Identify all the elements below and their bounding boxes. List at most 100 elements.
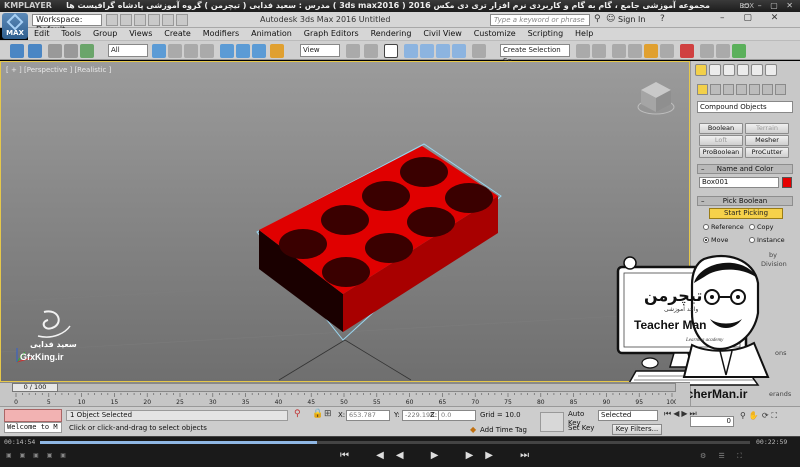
- select-manipulate-icon[interactable]: [364, 44, 378, 58]
- menu-tools[interactable]: Tools: [61, 28, 81, 40]
- maxscript-output[interactable]: Welcome to M: [4, 422, 62, 433]
- schematic-view-icon[interactable]: [660, 44, 674, 58]
- set-key-big-icon[interactable]: [540, 412, 564, 432]
- viewport-label[interactable]: [ + ] [Perspective ] [Realistic ]: [6, 66, 111, 74]
- edit-named-selection-icon[interactable]: [472, 44, 486, 58]
- selection-filter-dropdown[interactable]: All: [108, 44, 148, 57]
- player-window-controls[interactable]: ▭ – ▢ ✕: [742, 0, 796, 12]
- viewport-scene[interactable]: [1, 62, 689, 381]
- undo-quick-icon[interactable]: [148, 14, 160, 26]
- select-place-icon[interactable]: [270, 44, 284, 58]
- material-editor-icon[interactable]: [680, 44, 694, 58]
- player-left-icons[interactable]: ▣ ▣ ▣ ▣ ▣: [6, 452, 69, 459]
- pivot-center-icon[interactable]: [346, 44, 360, 58]
- time-slider-thumb[interactable]: 0 / 100: [12, 383, 58, 392]
- add-time-tag[interactable]: Add Time Tag: [480, 426, 527, 434]
- name-and-color-rollout[interactable]: – Name and Color: [697, 164, 793, 174]
- menu-rendering[interactable]: Rendering: [371, 28, 412, 40]
- select-object-icon[interactable]: [152, 44, 166, 58]
- unlink-icon[interactable]: [64, 44, 78, 58]
- copy-radio[interactable]: Copy: [749, 223, 774, 231]
- binoculars-icon[interactable]: ⚲: [594, 14, 601, 24]
- systems-icon[interactable]: [775, 84, 786, 95]
- player-transport-controls[interactable]: ⏮ ◀◀ ▶ ▶▶ ⏭: [340, 450, 541, 461]
- graphite-toggle-icon[interactable]: [628, 44, 642, 58]
- isolate-selection-icon[interactable]: ⚲: [294, 409, 301, 419]
- cameras-icon[interactable]: [736, 84, 747, 95]
- rendered-frame-window-icon[interactable]: [716, 44, 730, 58]
- key-selection-dropdown[interactable]: Selected: [598, 410, 658, 421]
- menu-civil-view[interactable]: Civil View: [423, 28, 462, 40]
- object-category-dropdown[interactable]: Compound Objects: [697, 101, 793, 113]
- layer-manager-icon[interactable]: [612, 44, 626, 58]
- viewcube-icon[interactable]: [637, 82, 675, 115]
- proboolean-button[interactable]: ProBoolean: [699, 147, 743, 158]
- bind-spacewarp-icon[interactable]: [80, 44, 94, 58]
- viewport-navigation-icons[interactable]: ⚲✋⟳⛶: [740, 411, 780, 421]
- instance-radio[interactable]: Instance: [749, 236, 785, 244]
- boolean-button[interactable]: Boolean: [699, 123, 743, 134]
- redo-icon[interactable]: [28, 44, 42, 58]
- menu-edit[interactable]: Edit: [34, 28, 50, 40]
- menu-modifiers[interactable]: Modifiers: [203, 28, 240, 40]
- shapes-icon[interactable]: [710, 84, 721, 95]
- sign-in-link[interactable]: Sign In: [618, 15, 645, 24]
- percent-snap-icon[interactable]: [436, 44, 450, 58]
- time-tag-icon[interactable]: ◆: [470, 425, 476, 434]
- menu-scripting[interactable]: Scripting: [528, 28, 564, 40]
- menu-help[interactable]: Help: [575, 28, 593, 40]
- x-coord-field[interactable]: 653.787: [346, 410, 390, 421]
- set-key-button[interactable]: Set Key: [568, 424, 596, 435]
- modify-tab-icon[interactable]: [709, 64, 721, 76]
- time-slider-track[interactable]: [12, 383, 676, 392]
- maxscript-mini-listener[interactable]: [4, 409, 62, 422]
- menu-graph-editors[interactable]: Graph Editors: [304, 28, 359, 40]
- app-window-controls[interactable]: – ▢ ✕: [720, 13, 786, 23]
- selection-region-icon[interactable]: [184, 44, 198, 58]
- start-picking-button[interactable]: Start Picking: [709, 208, 783, 219]
- redo-quick-icon[interactable]: [162, 14, 174, 26]
- spacewarps-icon[interactable]: [762, 84, 773, 95]
- search-input[interactable]: Type a keyword or phrase: [490, 14, 590, 26]
- display-tab-icon[interactable]: [751, 64, 763, 76]
- undo-icon[interactable]: [10, 44, 24, 58]
- menu-create[interactable]: Create: [164, 28, 191, 40]
- lights-icon[interactable]: [723, 84, 734, 95]
- mirror-icon[interactable]: [576, 44, 590, 58]
- keyboard-shortcut-override-icon[interactable]: [384, 44, 398, 58]
- render-setup-icon[interactable]: [700, 44, 714, 58]
- select-by-name-icon[interactable]: [168, 44, 182, 58]
- hierarchy-tab-icon[interactable]: [723, 64, 735, 76]
- key-filters-button[interactable]: Key Filters...: [612, 424, 662, 435]
- rotate-icon[interactable]: [236, 44, 250, 58]
- pick-boolean-rollout[interactable]: – Pick Boolean: [697, 196, 793, 206]
- project-folder-icon[interactable]: [176, 14, 188, 26]
- window-crossing-icon[interactable]: [200, 44, 214, 58]
- menu-views[interactable]: Views: [129, 28, 152, 40]
- save-file-icon[interactable]: [134, 14, 146, 26]
- create-tab-icon[interactable]: [695, 64, 707, 76]
- geometry-icon[interactable]: [697, 84, 708, 95]
- object-color-swatch[interactable]: [782, 177, 792, 188]
- open-file-icon[interactable]: [120, 14, 132, 26]
- menu-group[interactable]: Group: [93, 28, 117, 40]
- motion-tab-icon[interactable]: [737, 64, 749, 76]
- trackbar-ruler[interactable]: 0 5 10 15 20 25 30 35 40 45 50 55 60 65 70 75 80 85 90 95 10…: [12, 393, 676, 405]
- new-file-icon[interactable]: [106, 14, 118, 26]
- auto-key-button[interactable]: Auto Key: [568, 410, 596, 427]
- menu-animation[interactable]: Animation: [251, 28, 292, 40]
- named-selection-dropdown[interactable]: Create Selection Se: [500, 44, 570, 65]
- player-right-icons[interactable]: ⚙ ☰ ⛶: [700, 452, 747, 461]
- app-logo-button[interactable]: MAX: [2, 13, 28, 39]
- help-icon[interactable]: ?: [660, 14, 665, 24]
- helpers-icon[interactable]: [749, 84, 760, 95]
- procutter-button[interactable]: ProCutter: [745, 147, 789, 158]
- move-icon[interactable]: [220, 44, 234, 58]
- angle-snap-icon[interactable]: [420, 44, 434, 58]
- render-production-icon[interactable]: [732, 44, 746, 58]
- absolute-mode-icon[interactable]: ⊞: [324, 409, 332, 419]
- curve-editor-icon[interactable]: [644, 44, 658, 58]
- selection-lock-icon[interactable]: 🔒: [312, 409, 323, 419]
- utilities-tab-icon[interactable]: [765, 64, 777, 76]
- reference-coordinate-dropdown[interactable]: View: [300, 44, 340, 57]
